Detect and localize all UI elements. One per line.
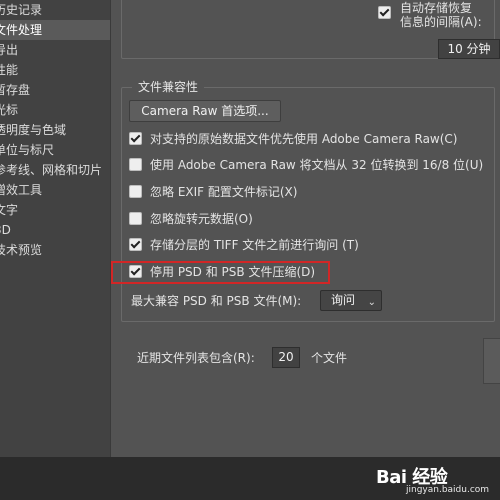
ignore-rotation-checkbox[interactable] <box>129 212 142 225</box>
preferences-main-panel: 自动存储恢复 信息的间隔(A): 10 分钟 <box>111 0 500 457</box>
sidebar-item-plugins[interactable]: 增效工具 <box>0 180 110 200</box>
watermark-url: jingyan.baidu.com <box>406 485 490 495</box>
ignore-exif-label: 忽略 EXIF 配置文件标记(X) <box>150 185 298 199</box>
sidebar-item-scratch-disks[interactable]: 暂存盘 <box>0 80 110 100</box>
auto-save-interval-select[interactable]: 10 分钟 <box>438 39 500 59</box>
recent-files-suffix: 个文件 <box>311 351 348 365</box>
ignore-rotation-label: 忽略旋转元数据(O) <box>150 212 253 226</box>
sidebar-item-guides-grid-slices[interactable]: 参考线、网格和切片 <box>0 160 110 180</box>
camera-raw-preferences-button[interactable]: Camera Raw 首选项... <box>129 100 281 122</box>
file-compatibility-title: 文件兼容性 <box>132 78 205 95</box>
chevron-down-icon: ⌄ <box>367 297 376 308</box>
ask-layered-tiff-label: 存储分层的 TIFF 文件之前进行询问 (T) <box>150 238 359 252</box>
sidebar-item-units-rulers[interactable]: 单位与标尺 <box>0 140 110 160</box>
prefer-camera-raw-checkbox[interactable] <box>129 132 142 145</box>
auto-save-checkbox[interactable] <box>378 6 391 19</box>
sidebar-item-3d[interactable]: 3D <box>0 220 110 240</box>
preferences-sidebar: 历史记录 文件处理 导出 性能 暂存盘 光标 透明度与色域 单位与标尺 参考线、… <box>0 0 111 457</box>
sidebar-item-tech-previews[interactable]: 技术预览 <box>0 240 110 260</box>
highlight-box <box>111 261 330 284</box>
camera-raw-convert-checkbox[interactable] <box>129 158 142 171</box>
ask-layered-tiff-checkbox[interactable] <box>129 238 142 251</box>
sidebar-item-cursors[interactable]: 光标 <box>0 100 110 120</box>
dialog-buttons-edge <box>483 338 500 384</box>
auto-save-label-line2: 信息的间隔(A): <box>400 15 482 29</box>
ignore-exif-checkbox[interactable] <box>129 185 142 198</box>
sidebar-item-file-handling[interactable]: 文件处理 <box>0 20 110 40</box>
sidebar-item-export[interactable]: 导出 <box>0 40 110 60</box>
sidebar-item-performance[interactable]: 性能 <box>0 60 110 80</box>
max-compat-label: 最大兼容 PSD 和 PSB 文件(M): <box>131 294 302 308</box>
sidebar-item-type[interactable]: 文字 <box>0 200 110 220</box>
file-compatibility-group <box>121 87 495 322</box>
camera-raw-convert-label: 使用 Adobe Camera Raw 将文档从 32 位转换到 16/8 位(… <box>150 158 484 172</box>
recent-files-label: 近期文件列表包含(R): <box>137 351 255 365</box>
sidebar-item-transparency-gamut[interactable]: 透明度与色域 <box>0 120 110 140</box>
baidu-jingyan-watermark: Bai 经验 jingyan.baidu.com <box>376 463 490 499</box>
sidebar-item-history[interactable]: 历史记录 <box>0 0 110 20</box>
prefer-camera-raw-label: 对支持的原始数据文件优先使用 Adobe Camera Raw(C) <box>150 132 458 146</box>
recent-files-count-input[interactable]: 20 <box>272 347 300 368</box>
max-compat-value: 询问 <box>331 293 356 307</box>
max-compat-select[interactable]: 询问 ⌄ <box>320 290 382 311</box>
